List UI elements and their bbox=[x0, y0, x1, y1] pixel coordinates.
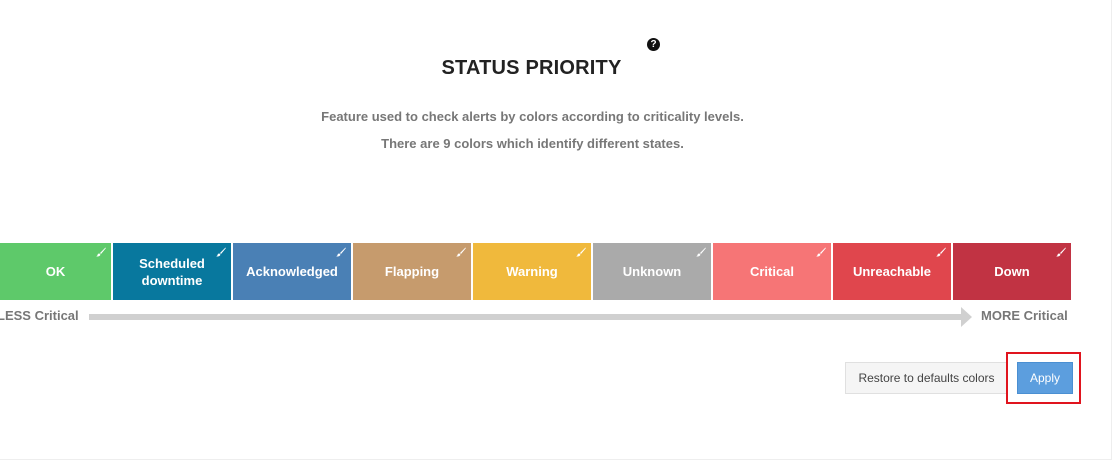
paint-brush-icon[interactable] bbox=[576, 247, 586, 257]
status-critical[interactable]: Critical bbox=[713, 243, 831, 300]
status-label: Warning bbox=[506, 264, 558, 279]
status-scheduled-downtime[interactable]: Scheduled downtime bbox=[113, 243, 231, 300]
paint-brush-icon[interactable] bbox=[456, 247, 466, 257]
status-down[interactable]: Down bbox=[953, 243, 1071, 300]
status-warning[interactable]: Warning bbox=[473, 243, 591, 300]
criticality-arrow-icon bbox=[89, 307, 972, 327]
settings-panel: STATUS PRIORITY ? Feature used to check … bbox=[0, 0, 1112, 460]
paint-brush-icon[interactable] bbox=[936, 247, 946, 257]
paint-brush-icon[interactable] bbox=[816, 247, 826, 257]
paint-brush-icon[interactable] bbox=[336, 247, 346, 257]
page-title: STATUS PRIORITY bbox=[441, 57, 622, 79]
apply-button[interactable]: Apply bbox=[1017, 362, 1073, 394]
paint-brush-icon[interactable] bbox=[1056, 247, 1066, 257]
status-label: Acknowledged bbox=[246, 264, 338, 279]
status-unknown[interactable]: Unknown bbox=[593, 243, 711, 300]
status-acknowledged[interactable]: Acknowledged bbox=[233, 243, 351, 300]
status-label: OK bbox=[45, 264, 66, 279]
status-label: Critical bbox=[749, 264, 795, 279]
help-icon[interactable]: ? bbox=[647, 38, 660, 51]
more-critical-label: MORE Critical bbox=[981, 308, 1068, 323]
status-unreachable[interactable]: Unreachable bbox=[833, 243, 951, 300]
status-flapping[interactable]: Flapping bbox=[353, 243, 471, 300]
status-label: Unreachable bbox=[852, 264, 932, 279]
description-line-1: Feature used to check alerts by colors a… bbox=[321, 109, 744, 124]
status-label: Flapping bbox=[384, 264, 440, 279]
status-ok[interactable]: OK bbox=[0, 243, 111, 300]
description-line-2: There are 9 colors which identify differ… bbox=[381, 136, 684, 151]
paint-brush-icon[interactable] bbox=[96, 247, 106, 257]
status-label: Down bbox=[994, 264, 1030, 279]
status-label: Scheduled downtime bbox=[139, 255, 205, 288]
restore-defaults-button[interactable]: Restore to defaults colors bbox=[845, 362, 1008, 394]
less-critical-label: LESS Critical bbox=[0, 308, 79, 323]
status-color-list: OK Scheduled downtime Acknowledged Flapp… bbox=[0, 243, 1071, 300]
status-label: Unknown bbox=[622, 264, 682, 279]
paint-brush-icon[interactable] bbox=[216, 247, 226, 257]
paint-brush-icon[interactable] bbox=[696, 247, 706, 257]
